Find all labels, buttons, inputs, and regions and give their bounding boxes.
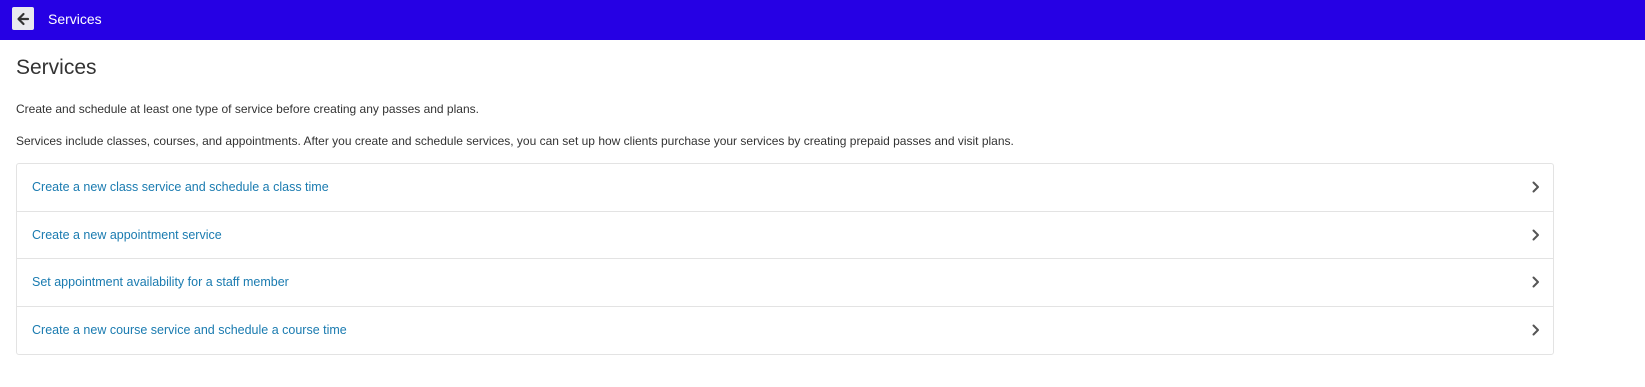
list-item-label[interactable]: Set appointment availability for a staff… [32,275,289,289]
page-title: Services [16,56,97,79]
top-bar: Services [0,0,1645,40]
chevron-right-icon [1530,229,1542,241]
list-item-set-appointment-availability[interactable]: Set appointment availability for a staff… [17,259,1553,307]
list-item-label[interactable]: Create a new appointment service [32,228,222,242]
arrow-left-icon [16,12,30,26]
services-description-text: Services include classes, courses, and a… [16,134,1014,148]
intro-text: Create and schedule at least one type of… [16,102,479,116]
chevron-right-icon [1530,324,1542,336]
chevron-right-icon [1530,276,1542,288]
services-action-list: Create a new class service and schedule … [16,163,1554,355]
back-button[interactable] [12,7,34,30]
top-bar-title: Services [48,11,102,27]
list-item-create-class-service[interactable]: Create a new class service and schedule … [17,164,1553,212]
list-item-create-appointment-service[interactable]: Create a new appointment service [17,212,1553,259]
list-item-create-course-service[interactable]: Create a new course service and schedule… [17,307,1553,355]
list-item-label[interactable]: Create a new course service and schedule… [32,323,347,337]
list-item-label[interactable]: Create a new class service and schedule … [32,180,329,194]
chevron-right-icon [1530,181,1542,193]
